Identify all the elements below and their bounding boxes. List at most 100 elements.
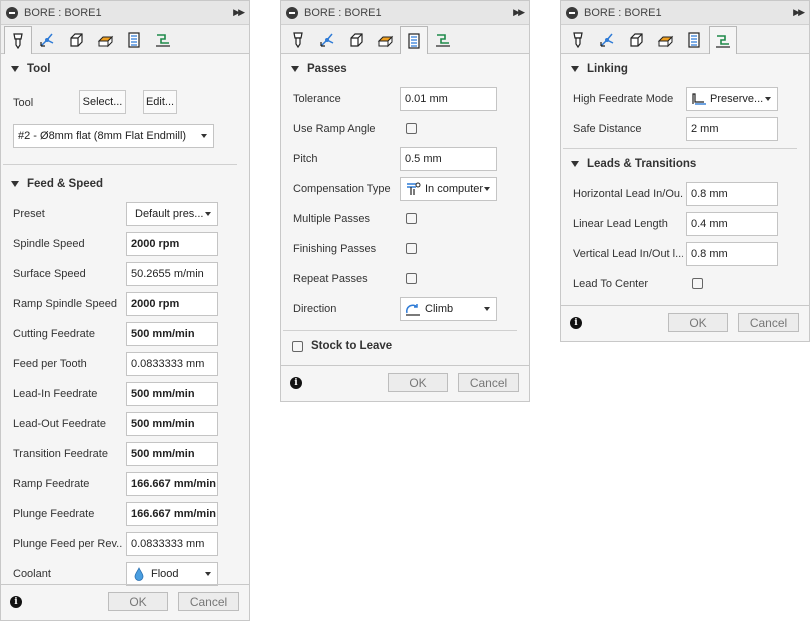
expand-icon[interactable]: ▶▶ — [793, 7, 805, 18]
tab-heights[interactable] — [622, 27, 650, 53]
climb-direction-icon — [405, 301, 421, 317]
preset-row: Preset Default pres... — [1, 199, 249, 229]
section-title: Feed & Speed — [27, 178, 104, 190]
surface-speed-input[interactable]: 50.2655 m/min — [126, 262, 218, 286]
tab-passes[interactable] — [651, 27, 679, 53]
tab-leads[interactable] — [149, 27, 177, 53]
title-bar: BORE : BORE1 ▶▶ — [281, 1, 529, 25]
info-icon[interactable]: i — [570, 317, 582, 329]
stock-to-leave-checkbox[interactable] — [292, 340, 303, 352]
pitch-input[interactable]: 0.5 mm — [400, 147, 497, 171]
linear-lead-length-input[interactable]: 0.4 mm — [686, 212, 778, 236]
tab-leads[interactable] — [429, 27, 457, 53]
collapse-icon[interactable] — [566, 6, 578, 19]
direction-dropdown[interactable]: Climb — [400, 297, 497, 321]
geometry-tab-icon — [320, 33, 334, 47]
compensation-type-dropdown[interactable]: In computer — [400, 177, 497, 201]
section-header-leads-transitions[interactable]: Leads & Transitions — [561, 149, 809, 179]
repeat-passes-checkbox[interactable] — [406, 273, 417, 284]
field-label: Lead To Center — [573, 278, 649, 290]
tab-passes[interactable] — [371, 27, 399, 53]
panel-title: BORE : BORE1 — [584, 6, 662, 19]
transition-feedrate-input[interactable]: 500 mm/min — [126, 442, 218, 466]
repeat-passes-row: Repeat Passes — [281, 264, 529, 294]
tab-geometry[interactable] — [593, 27, 621, 53]
panel-title: BORE : BORE1 — [304, 6, 382, 19]
lead-to-center-checkbox[interactable] — [692, 278, 703, 289]
section-header-passes[interactable]: Passes — [281, 54, 529, 84]
cancel-button[interactable]: Cancel — [458, 373, 519, 392]
ramp-spindle-speed-row: Ramp Spindle Speed 2000 rpm — [1, 289, 249, 319]
cancel-button[interactable]: Cancel — [178, 592, 239, 611]
ok-button[interactable]: OK — [388, 373, 448, 392]
compensation-type-row: Compensation Type In computer — [281, 174, 529, 204]
tab-linking[interactable] — [120, 27, 148, 53]
field-label: Cutting Feedrate — [13, 328, 95, 340]
tab-heights[interactable] — [342, 27, 370, 53]
plunge-feedrate-input[interactable]: 166.667 mm/min — [126, 502, 218, 526]
section-header-feed-speed[interactable]: Feed & Speed — [1, 169, 249, 199]
tab-linking[interactable] — [680, 27, 708, 53]
tool-dropdown[interactable]: #2 - Ø8mm flat (8mm Flat Endmill) — [13, 124, 214, 148]
collapse-icon[interactable] — [286, 6, 298, 19]
tolerance-row: Tolerance 0.01 mm — [281, 84, 529, 114]
tab-leads[interactable] — [709, 26, 737, 54]
vertical-lead-row: Vertical Lead In/Out l... 0.8 mm — [561, 239, 809, 269]
cutting-feedrate-input[interactable]: 500 mm/min — [126, 322, 218, 346]
field-label: Linear Lead Length — [573, 218, 668, 230]
heights-tab-icon — [630, 33, 643, 47]
info-icon[interactable]: i — [10, 596, 22, 608]
expand-icon[interactable]: ▶▶ — [233, 7, 245, 18]
ok-button[interactable]: OK — [108, 592, 168, 611]
safe-distance-input[interactable]: 2 mm — [686, 117, 778, 141]
tolerance-input[interactable]: 0.01 mm — [400, 87, 497, 111]
tool-edit-button[interactable]: Edit... — [143, 90, 177, 114]
spindle-speed-input[interactable]: 2000 rpm — [126, 232, 218, 256]
ok-button[interactable]: OK — [668, 313, 728, 332]
compensation-type-value: In computer — [425, 183, 484, 195]
tab-tool[interactable] — [4, 26, 32, 54]
tab-heights[interactable] — [62, 27, 90, 53]
multiple-passes-checkbox[interactable] — [406, 213, 417, 224]
field-label: Coolant — [13, 568, 51, 580]
high-feedrate-mode-dropdown[interactable]: Preserve... — [686, 87, 778, 111]
finishing-passes-checkbox[interactable] — [406, 243, 417, 254]
tab-tool[interactable] — [564, 27, 592, 53]
field-label: High Feedrate Mode — [573, 93, 674, 105]
use-ramp-angle-row: Use Ramp Angle — [281, 114, 529, 144]
feed-per-tooth-input[interactable]: 0.0833333 mm — [126, 352, 218, 376]
section-header-tool[interactable]: Tool — [1, 54, 249, 84]
dialog-footer: i OK Cancel — [281, 365, 529, 401]
field-label: Lead-In Feedrate — [13, 388, 98, 400]
transition-feedrate-row: Transition Feedrate 500 mm/min — [1, 439, 249, 469]
cancel-button[interactable]: Cancel — [738, 313, 799, 332]
tab-linking[interactable] — [400, 26, 428, 54]
leads-tab-icon — [156, 34, 170, 47]
tab-tool[interactable] — [284, 27, 312, 53]
section-header-linking[interactable]: Linking — [561, 54, 809, 84]
field-label: Preset — [13, 208, 45, 220]
horizontal-lead-input[interactable]: 0.8 mm — [686, 182, 778, 206]
field-label: Lead-Out Feedrate — [13, 418, 106, 430]
tab-geometry[interactable] — [313, 27, 341, 53]
expand-icon[interactable]: ▶▶ — [513, 7, 525, 18]
ramp-spindle-speed-input[interactable]: 2000 rpm — [126, 292, 218, 316]
vertical-lead-input[interactable]: 0.8 mm — [686, 242, 778, 266]
preset-dropdown[interactable]: Default pres... — [126, 202, 218, 226]
linear-lead-length-row: Linear Lead Length 0.4 mm — [561, 209, 809, 239]
passes-panel: BORE : BORE1 ▶▶ Passes Tolerance 0.01 mm… — [280, 0, 530, 402]
tool-select-button[interactable]: Select... — [79, 90, 126, 114]
info-icon[interactable]: i — [290, 377, 302, 389]
tab-geometry[interactable] — [33, 27, 61, 53]
use-ramp-angle-checkbox[interactable] — [406, 123, 417, 134]
coolant-value: Flood — [151, 568, 179, 580]
coolant-dropdown[interactable]: Flood — [126, 562, 218, 586]
lead-in-feedrate-input[interactable]: 500 mm/min — [126, 382, 218, 406]
linking-tab-icon — [688, 32, 700, 48]
tab-passes[interactable] — [91, 27, 119, 53]
lead-out-feedrate-input[interactable]: 500 mm/min — [126, 412, 218, 436]
ramp-feedrate-input[interactable]: 166.667 mm/min — [126, 472, 218, 496]
plunge-feed-per-rev-input[interactable]: 0.0833333 mm — [126, 532, 218, 556]
collapse-icon[interactable] — [6, 6, 18, 19]
linking-tab-icon — [408, 32, 420, 49]
